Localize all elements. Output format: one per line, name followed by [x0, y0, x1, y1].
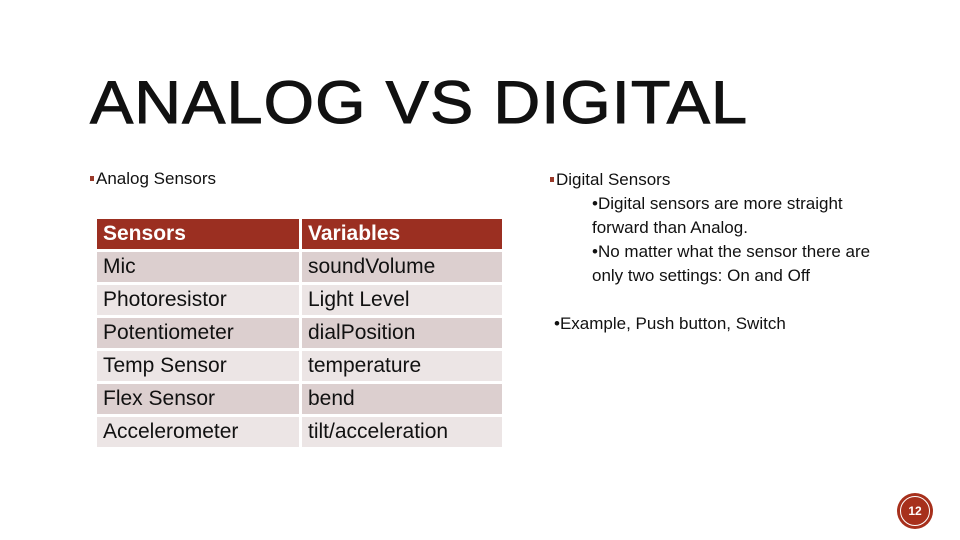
sensor-cell: Accelerometer	[97, 417, 299, 447]
analog-heading: Analog Sensors	[90, 168, 216, 190]
table-row: Photoresistor Light Level	[97, 285, 502, 315]
analog-sensor-table: Sensors Variables Mic soundVolume Photor…	[94, 216, 505, 450]
sensor-cell: Photoresistor	[97, 285, 299, 315]
square-bullet-icon	[90, 175, 94, 181]
variable-cell: tilt/acceleration	[302, 417, 502, 447]
sensor-cell: Mic	[97, 252, 299, 282]
sensor-cell: Potentiometer	[97, 318, 299, 348]
analog-heading-text: Analog Sensors	[96, 169, 217, 188]
sensor-cell: Temp Sensor	[97, 351, 299, 381]
square-bullet-icon	[550, 176, 554, 182]
digital-point: •Digital sensors are more straight forwa…	[592, 194, 843, 237]
variable-cell: dialPosition	[302, 318, 502, 348]
digital-point: •No matter what the sensor there are onl…	[592, 242, 871, 285]
page-number-badge: 12	[897, 493, 933, 529]
variable-cell: soundVolume	[302, 252, 502, 282]
table-header-sensors: Sensors	[97, 219, 299, 249]
table-row: Temp Sensor temperature	[97, 351, 502, 381]
variable-cell: bend	[302, 384, 502, 414]
table-row: Mic soundVolume	[97, 252, 502, 282]
table-row: Flex Sensor bend	[97, 384, 502, 414]
variable-cell: Light Level	[302, 285, 502, 315]
sensor-cell: Flex Sensor	[97, 384, 299, 414]
table-row: Potentiometer dialPosition	[97, 318, 502, 348]
variable-cell: temperature	[302, 351, 502, 381]
table-header-variables: Variables	[302, 219, 502, 249]
slide-title: ANALOG VS DIGITAL	[89, 69, 749, 137]
table-row: Accelerometer tilt/acceleration	[97, 417, 502, 447]
digital-section: Digital Sensors •Digital sensors are mor…	[550, 168, 890, 336]
digital-example: •Example, Push button, Switch	[554, 314, 786, 333]
page-number: 12	[908, 504, 922, 518]
table-header-row: Sensors Variables	[97, 219, 502, 249]
digital-heading-text: Digital Sensors	[556, 170, 671, 189]
digital-heading: Digital Sensors	[550, 168, 890, 192]
